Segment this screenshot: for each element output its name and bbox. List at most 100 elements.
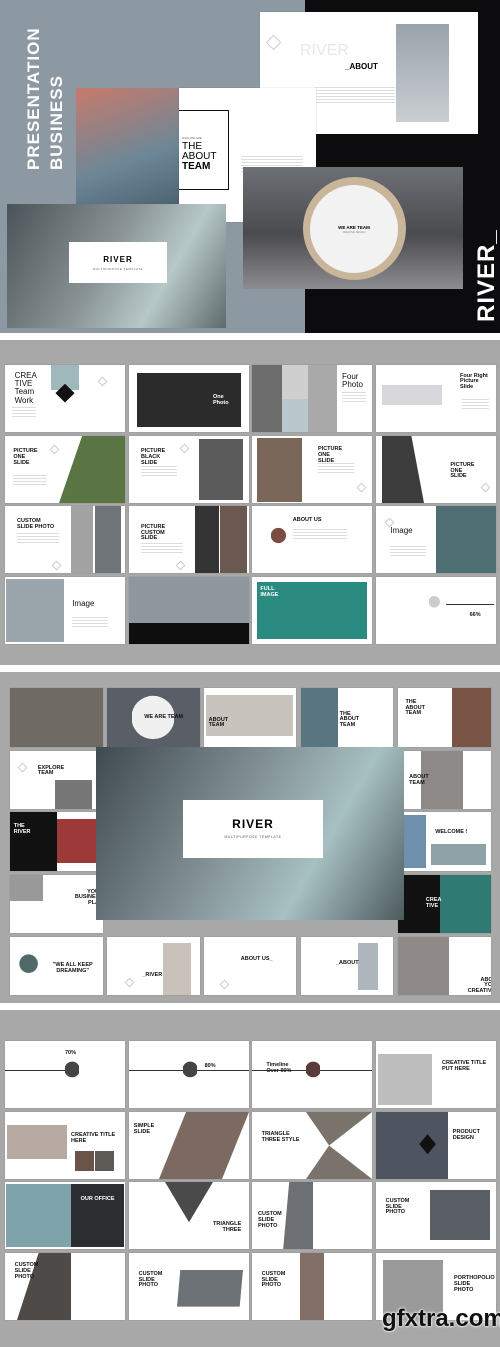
slide-photo <box>165 1182 213 1223</box>
slide-photo <box>376 1112 448 1179</box>
slide-thumbnail[interactable]: CUSTOM SLIDE PHOTO <box>5 1253 125 1320</box>
slide-thumbnail[interactable]: FULL IMAGE <box>252 577 372 644</box>
slide-photo <box>54 780 92 809</box>
slide-title: Four Photo <box>342 372 363 390</box>
slide-thumbnail[interactable]: PRODUCT DESIGN <box>376 1112 496 1179</box>
diamond-icon <box>265 34 282 51</box>
slide-thumbnail[interactable]: EXPLORE TEAM <box>10 751 103 809</box>
slide-thumbnail[interactable]: WE ARE TEAM <box>107 688 200 747</box>
slide-title: FULL IMAGE <box>260 586 279 598</box>
slide-thumbnail[interactable]: _RIVER <box>107 937 200 995</box>
slide-thumbnail[interactable]: OUR OFFICE <box>5 1182 125 1249</box>
slide-photo <box>428 595 440 608</box>
slide-thumbnail[interactable]: 80% <box>129 1041 249 1108</box>
slide-photo <box>129 622 249 644</box>
slide-thumbnail[interactable]: 66% <box>376 577 496 644</box>
slide-title: 66% <box>469 612 481 619</box>
slide-thumbnail[interactable]: CUSTOM SLIDE PHOTO <box>252 1253 372 1320</box>
diamond-icon <box>480 482 491 493</box>
slide-title: PORTHOPOLIO SLIDE PHOTO <box>454 1275 495 1293</box>
slide-photo <box>301 688 338 747</box>
slide-thumbnail[interactable]: SIMPLE SLIDE <box>129 1112 249 1179</box>
diamond-icon <box>97 376 108 387</box>
slide-thumbnail[interactable] <box>129 577 249 644</box>
slide-photo <box>6 579 64 642</box>
slide-thumbnail[interactable]: PICTURE BLACK SLIDE <box>129 436 249 503</box>
slide-thumbnail[interactable]: TRIANGLE THREE <box>129 1182 249 1249</box>
slide-thumbnail[interactable]: TRIANGLE THREE STYLE <box>252 1112 372 1179</box>
slide-title: ABOUT US_ <box>240 956 273 963</box>
slide-thumbnail[interactable]: Image <box>376 506 496 573</box>
slide-photo <box>439 875 491 933</box>
slide-thumbnail[interactable] <box>10 688 103 747</box>
slide-photo <box>74 1150 94 1171</box>
slide-thumbnail[interactable]: CUSTOM SLIDE PHOTO <box>376 1182 496 1249</box>
slide-thumbnail[interactable]: ABOUT YOUR CREATIVITY <box>398 937 491 995</box>
slide-thumbnail[interactable]: "WE ALL KEEP DREAMING" <box>10 937 103 995</box>
slide-photo <box>7 1125 68 1159</box>
slide-thumbnail[interactable]: ABOUT TEAM <box>204 688 296 747</box>
slide-thumbnail[interactable]: CUSTOM SLIDE PHOTO <box>5 506 125 573</box>
slide-photo <box>306 1112 372 1179</box>
slide-thumbnail[interactable]: One Photo <box>129 365 249 432</box>
slide-photo <box>382 385 442 406</box>
slide-photo <box>445 603 494 605</box>
circle-subtitle: CREATIVE DESIGN <box>342 231 366 234</box>
slide-title: Image <box>72 599 95 609</box>
main-cover-slide[interactable]: RIVER MULTIPURPOSE TEMPLATE <box>96 747 404 920</box>
slide-thumbnail[interactable]: CREA TIVE Team Work <box>5 365 125 432</box>
slide-thumbnail[interactable]: CREA TIVE <box>398 875 491 933</box>
slide-photo <box>19 954 38 973</box>
slide-title: Four Right Picture Slide <box>460 372 488 391</box>
slide-title: "WE ALL KEEP DREAMING" <box>52 962 93 974</box>
slide-thumbnail[interactable]: CREATIVE TITLE PUT HERE <box>376 1041 496 1108</box>
slide-title: OUR OFFICE <box>80 1195 115 1202</box>
slide-thumbnail[interactable]: Four Photo <box>252 365 372 432</box>
slide-thumbnail[interactable]: ABOUT TEAM <box>398 751 491 809</box>
slide-thumbnail[interactable]: Four Right Picture Slide <box>376 365 496 432</box>
slide-thumbnail[interactable]: PICTURE ONE SLIDE <box>376 436 496 503</box>
slide-title: ABOUT YOUR CREATIVITY <box>467 976 491 995</box>
slide-title: PICTURE CUSTOM SLIDE <box>141 523 166 542</box>
slide-thumbnail[interactable]: THE ABOUT TEAM <box>398 688 491 747</box>
slide-thumbnail[interactable]: PICTURE ONE SLIDE <box>252 436 372 503</box>
main-title: RIVER <box>232 817 274 831</box>
slide-photo <box>451 688 491 747</box>
slide-title: PICTURE ONE SLIDE <box>450 461 475 480</box>
slide-thumbnail[interactable]: PICTURE ONE SLIDE <box>5 436 125 503</box>
slide-photo <box>56 819 99 864</box>
slide-photo <box>398 937 450 995</box>
slide-title: PRODUCT DESIGN <box>452 1129 480 1141</box>
slide-title: ABOUT TEAM <box>409 774 429 787</box>
slide-thumbnail[interactable]: ABOUT US <box>252 506 372 573</box>
slide-title: SIMPLE SLIDE <box>133 1123 155 1135</box>
slide-thumbnail[interactable]: CREATIVE TITLE HERE <box>5 1112 125 1179</box>
slide-photo <box>300 1253 324 1320</box>
slide-thumbnail[interactable]: THE ABOUT TEAM <box>301 688 393 747</box>
cover-title: RIVER <box>103 255 133 264</box>
slide-thumbnail[interactable]: CUSTOM SLIDE PHOTO <box>129 1253 249 1320</box>
slide-photo <box>358 942 379 991</box>
watermark: gfxtra.com <box>382 1305 500 1332</box>
slide-thumbnail[interactable]: CUSTOM SLIDE PHOTO <box>252 1182 372 1249</box>
slide-photo <box>65 1061 80 1077</box>
slide-thumbnail[interactable]: ABOUT US_ <box>204 937 296 995</box>
slide-title: WE ARE TEAM <box>144 714 184 721</box>
slide-thumbnail[interactable]: PICTURE CUSTOM SLIDE <box>129 506 249 573</box>
slide-thumbnail[interactable]: THE RIVER <box>10 812 103 871</box>
slide-thumbnail[interactable]: Image <box>5 577 125 644</box>
slide-photo <box>195 506 219 573</box>
slide-photo <box>220 506 247 573</box>
slide-photo <box>283 1182 314 1249</box>
slide-grid-c: 70% 80% Timeline Over 90% CREATIVE TITLE PU… <box>0 1010 500 1347</box>
slide-thumbnail[interactable]: 70% <box>5 1041 125 1108</box>
main-subtitle: MULTIPURPOSE TEMPLATE <box>224 835 282 839</box>
diamond-icon <box>219 979 229 990</box>
slide-thumbnail[interactable]: YOUR BUSINESS PLAN <box>10 875 103 933</box>
slide-grid-a: CREA TIVE Team Work One Photo Four Photo Fo… <box>0 340 500 665</box>
slide-thumbnail[interactable]: WELCOME ! <box>398 812 491 871</box>
about-watermark: RIVER <box>300 42 349 59</box>
slide-thumbnail[interactable]: Timeline Over 90% <box>252 1041 372 1108</box>
team-kicker: WHO WE ARE <box>182 136 202 140</box>
slide-thumbnail[interactable]: _ABOUT <box>301 937 393 995</box>
